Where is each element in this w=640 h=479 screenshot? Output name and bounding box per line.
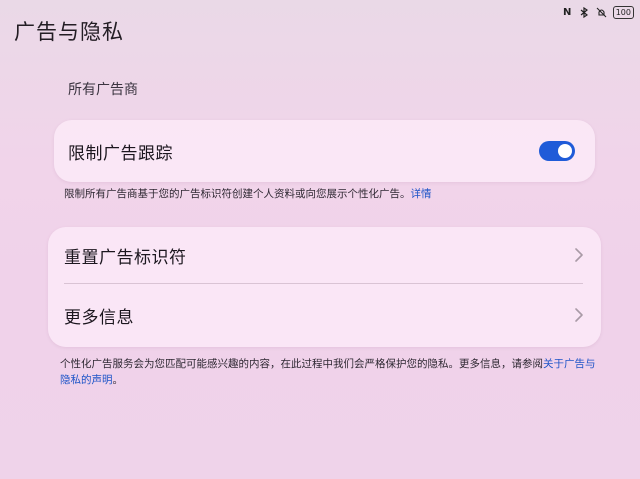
chevron-right-icon (575, 308, 583, 322)
bluetooth-icon (579, 6, 590, 19)
status-bar: N 100 (562, 6, 634, 19)
battery-indicator: 100 (612, 6, 634, 19)
limit-tracking-card: 限制广告跟踪 (54, 120, 595, 182)
footer-suffix: 。 (112, 374, 124, 386)
limit-tracking-toggle[interactable] (539, 141, 575, 161)
footer-text: 个性化广告服务会为您匹配可能感兴趣的内容，在此过程中我们会严格保护您的隐私。更多… (60, 358, 543, 370)
nfc-icon: N (563, 7, 572, 18)
page-title: 广告与隐私 (14, 20, 124, 44)
mute-icon (596, 7, 607, 18)
limit-tracking-description: 限制所有广告商基于您的广告标识符创建个人资料或向您展示个性化广告。详情 (64, 186, 432, 201)
toggle-knob (558, 144, 572, 158)
reset-ad-id-label: 重置广告标识符 (64, 247, 187, 268)
limit-tracking-row[interactable]: 限制广告跟踪 (54, 120, 595, 182)
footer-description: 个性化广告服务会为您匹配可能感兴趣的内容，在此过程中我们会严格保护您的隐私。更多… (60, 356, 600, 388)
more-info-label: 更多信息 (64, 307, 134, 328)
ad-options-card: 重置广告标识符 更多信息 (48, 227, 601, 347)
more-info-row[interactable]: 更多信息 (48, 284, 601, 346)
limit-tracking-label: 限制广告跟踪 (68, 143, 173, 164)
details-link[interactable]: 详情 (411, 188, 432, 200)
section-label: 所有广告商 (68, 82, 138, 98)
limit-tracking-description-text: 限制所有广告商基于您的广告标识符创建个人资料或向您展示个性化广告。 (64, 188, 411, 200)
reset-ad-id-row[interactable]: 重置广告标识符 (48, 227, 601, 283)
chevron-right-icon (575, 248, 583, 262)
